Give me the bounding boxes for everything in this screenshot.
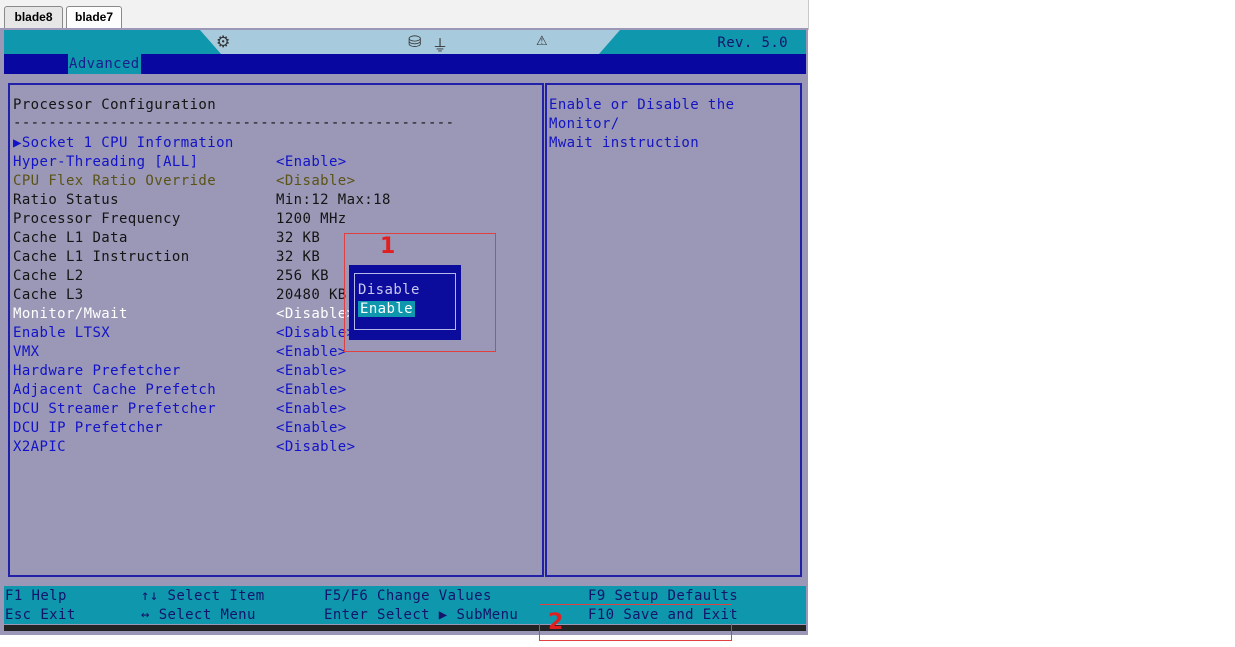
revision-label: Rev. 5.0 bbox=[717, 35, 788, 51]
key-select-menu-action: Select Menu bbox=[158, 607, 256, 623]
key-esc-key: Esc bbox=[5, 607, 32, 623]
menu-bar: Advanced bbox=[4, 54, 806, 74]
disk-icon: ⛁ bbox=[408, 32, 422, 51]
setting-x2apic[interactable]: X2APIC bbox=[13, 438, 66, 456]
key-f5-f6-action: Change Values bbox=[377, 588, 492, 604]
key-enter-action: Select ▶ SubMenu bbox=[377, 607, 519, 623]
setting-dcu-streamer-prefetcher[interactable]: DCU Streamer Prefetcher bbox=[13, 400, 216, 418]
menu-advanced[interactable]: Advanced bbox=[68, 54, 141, 74]
setting-hyper-threading[interactable]: Hyper-Threading [ALL] bbox=[13, 153, 198, 171]
value-dcu-ip-prefetcher[interactable]: <Enable> bbox=[276, 419, 347, 437]
value-vmx[interactable]: <Enable> bbox=[276, 343, 347, 361]
key-select-item: ↑↓ Select Item bbox=[141, 588, 265, 604]
value-hardware-prefetcher[interactable]: <Enable> bbox=[276, 362, 347, 380]
warning-icon: ⚠ bbox=[536, 34, 548, 49]
value-cache-l1-instruction: 32 KB bbox=[276, 249, 321, 265]
value-processor-frequency: 1200 MHz bbox=[276, 211, 347, 227]
tab-strip: blade8 blade7 bbox=[0, 0, 809, 30]
key-f9-key: F9 bbox=[588, 588, 606, 604]
setting-dcu-ip-prefetcher[interactable]: DCU IP Prefetcher bbox=[13, 419, 163, 437]
separator: ----------------------------------------… bbox=[13, 115, 455, 131]
key-f9: F9 Setup Defaults bbox=[588, 588, 738, 604]
info-cache-l1-instruction: Cache L1 Instruction bbox=[13, 249, 190, 265]
submenu-label: Socket 1 CPU Information bbox=[21, 135, 234, 151]
help-panel: Enable or Disable the Monitor/ Mwait ins… bbox=[545, 83, 802, 577]
value-dcu-streamer-prefetcher[interactable]: <Enable> bbox=[276, 400, 347, 418]
value-cache-l3: 20480 KB bbox=[276, 287, 347, 303]
help-text: Enable or Disable the Monitor/ Mwait ins… bbox=[549, 97, 735, 151]
annotation-box-2 bbox=[539, 604, 732, 641]
left-right-arrows-icon: ↔ bbox=[141, 607, 150, 623]
key-f5-f6-key: F5/F6 bbox=[324, 588, 369, 604]
up-down-arrows-icon: ↑↓ bbox=[141, 588, 159, 604]
key-enter-key: Enter bbox=[324, 607, 369, 623]
tab-blade8[interactable]: blade8 bbox=[4, 6, 63, 28]
key-esc-action: Exit bbox=[40, 607, 76, 623]
key-f1-action: Help bbox=[31, 588, 67, 604]
cpu-chip-icon: ⚙ bbox=[216, 32, 231, 51]
panel-title: Processor Configuration bbox=[13, 97, 217, 113]
key-f1: F1 Help bbox=[5, 588, 67, 604]
value-cache-l2: 256 KB bbox=[276, 268, 329, 284]
key-select-menu: ↔ Select Menu bbox=[141, 607, 256, 623]
annotation-number-2: 2 bbox=[548, 610, 564, 635]
value-ratio-status: Min:12 Max:18 bbox=[276, 192, 391, 208]
annotation-box-1 bbox=[344, 233, 496, 352]
setting-vmx[interactable]: VMX bbox=[13, 343, 40, 361]
setting-hardware-prefetcher[interactable]: Hardware Prefetcher bbox=[13, 362, 181, 380]
submenu-arrow-icon: ▶ bbox=[13, 135, 22, 151]
submenu-socket-cpu-info[interactable]: ▶Socket 1 CPU Information bbox=[13, 134, 234, 152]
setting-enable-ltsx[interactable]: Enable LTSX bbox=[13, 324, 110, 342]
info-cache-l2: Cache L2 bbox=[13, 268, 84, 284]
key-f5-f6: F5/F6 Change Values bbox=[324, 588, 492, 604]
key-f9-action: Setup Defaults bbox=[614, 588, 739, 604]
info-ratio-status: Ratio Status bbox=[13, 192, 119, 208]
value-cache-l1-data: 32 KB bbox=[276, 230, 321, 246]
info-processor-frequency: Processor Frequency bbox=[13, 211, 181, 227]
key-select-item-action: Select Item bbox=[167, 588, 265, 604]
setting-monitor-mwait[interactable]: Monitor/Mwait bbox=[13, 305, 128, 323]
annotation-number-1: 1 bbox=[380, 234, 396, 259]
info-cache-l1-data: Cache L1 Data bbox=[13, 230, 128, 246]
setting-cpu-flex-ratio: CPU Flex Ratio Override bbox=[13, 173, 217, 189]
title-bar: ⚙ ⛁ ⏚ ⚠ Rev. 5.0 bbox=[4, 30, 806, 54]
key-enter: Enter Select ▶ SubMenu bbox=[324, 607, 518, 623]
value-hyper-threading[interactable]: <Enable> bbox=[276, 153, 347, 171]
value-adjacent-cache-prefetch[interactable]: <Enable> bbox=[276, 381, 347, 399]
value-cpu-flex-ratio: <Disable> bbox=[276, 173, 356, 189]
tab-blade7[interactable]: blade7 bbox=[66, 6, 122, 28]
setting-adjacent-cache-prefetch[interactable]: Adjacent Cache Prefetch bbox=[13, 381, 216, 399]
key-esc: Esc Exit bbox=[5, 607, 76, 623]
usb-icon: ⏚ bbox=[432, 36, 449, 54]
info-cache-l3: Cache L3 bbox=[13, 287, 84, 303]
value-x2apic[interactable]: <Disable> bbox=[276, 438, 355, 456]
key-f1-key: F1 bbox=[5, 588, 23, 604]
